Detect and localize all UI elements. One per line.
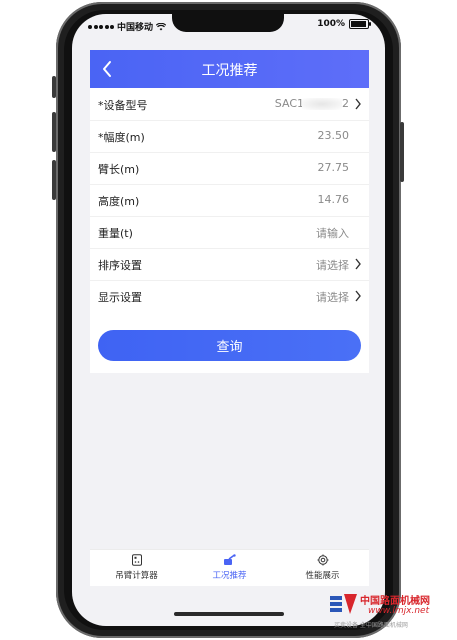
home-indicator <box>174 612 284 616</box>
row-display-settings[interactable]: 显示设置 请选择 <box>90 280 369 312</box>
row-equipment-model[interactable]: *设备型号 SAC1 2 <box>90 88 369 121</box>
tab-label: 吊臂计算器 <box>115 571 158 581</box>
battery-percent: 100% <box>317 19 345 29</box>
phone-side-button-left-2 <box>52 112 56 152</box>
watermark-url: www.lmjx.net <box>368 606 430 616</box>
chevron-right-icon <box>355 258 361 270</box>
height-value: 14.76 <box>317 193 350 206</box>
row-label: 臂长(m) <box>98 163 140 176</box>
lmjx-logo-icon <box>330 594 357 614</box>
tab-label: 工况推荐 <box>212 571 247 581</box>
chevron-right-icon <box>355 290 361 302</box>
signal-icon <box>88 24 114 29</box>
amplitude-value: 23.50 <box>317 129 350 142</box>
chevron-right-icon <box>355 98 361 110</box>
sort-settings-select[interactable]: 请选择 <box>316 257 349 273</box>
row-label: 排序设置 <box>98 259 142 272</box>
nav-header: 工况推荐 <box>90 50 369 88</box>
gear-icon <box>317 554 328 566</box>
phone-side-button-right <box>400 122 404 182</box>
calculator-icon <box>131 554 142 566</box>
tab-performance-display[interactable]: 性能展示 <box>276 554 369 581</box>
wifi-icon <box>156 22 167 30</box>
equipment-model-value: SAC1 2 <box>274 97 349 110</box>
display-settings-select[interactable]: 请选择 <box>316 289 349 305</box>
phone-notch <box>172 10 284 32</box>
row-boom-length[interactable]: 臂长(m) 27.75 <box>90 152 369 185</box>
row-label: 高度(m) <box>98 195 140 208</box>
row-sort-settings[interactable]: 排序设置 请选择 <box>90 248 369 281</box>
weight-input[interactable]: 请输入 <box>316 225 349 241</box>
row-weight[interactable]: 重量(t) 请输入 <box>90 216 369 249</box>
row-label: 重量(t) <box>98 227 133 240</box>
crane-icon <box>224 554 236 565</box>
phone-side-button-left-1 <box>52 76 56 98</box>
form-card: *设备型号 SAC1 2 *幅度(m) 23.50 臂长(m) 27.75 高度(… <box>90 88 369 373</box>
query-button[interactable]: 查询 <box>98 330 361 361</box>
page-title: 工况推荐 <box>201 63 258 79</box>
tab-condition-recommend[interactable]: 工况推荐 <box>183 554 276 581</box>
watermark: 中国路面机械网 www.lmjx.net 买卖设备 全中国路面机械网 <box>330 590 452 630</box>
tab-boom-calculator[interactable]: 吊臂计算器 <box>90 554 183 581</box>
battery-icon <box>349 19 371 29</box>
row-height[interactable]: 高度(m) 14.76 <box>90 184 369 217</box>
row-amplitude[interactable]: *幅度(m) 23.50 <box>90 120 369 153</box>
carrier-name: 中国移动 <box>117 23 154 33</box>
tab-label: 性能展示 <box>305 571 340 581</box>
redacted-blur <box>302 98 342 110</box>
row-label: *幅度(m) <box>98 131 145 144</box>
watermark-slogan: 买卖设备 全中国路面机械网 <box>334 622 408 629</box>
row-label: *设备型号 <box>98 99 148 112</box>
bottom-tab-bar: 吊臂计算器 工况推荐 性能展示 <box>90 549 369 586</box>
phone-side-button-left-3 <box>52 160 56 200</box>
watermark-title: 中国路面机械网 <box>360 596 430 607</box>
boom-length-value: 27.75 <box>317 161 350 174</box>
row-label: 显示设置 <box>98 291 142 304</box>
phone-screen: 中国移动 100% 工况推荐 *设备型号 SAC12 *幅度(m) 23.50 <box>72 14 385 626</box>
